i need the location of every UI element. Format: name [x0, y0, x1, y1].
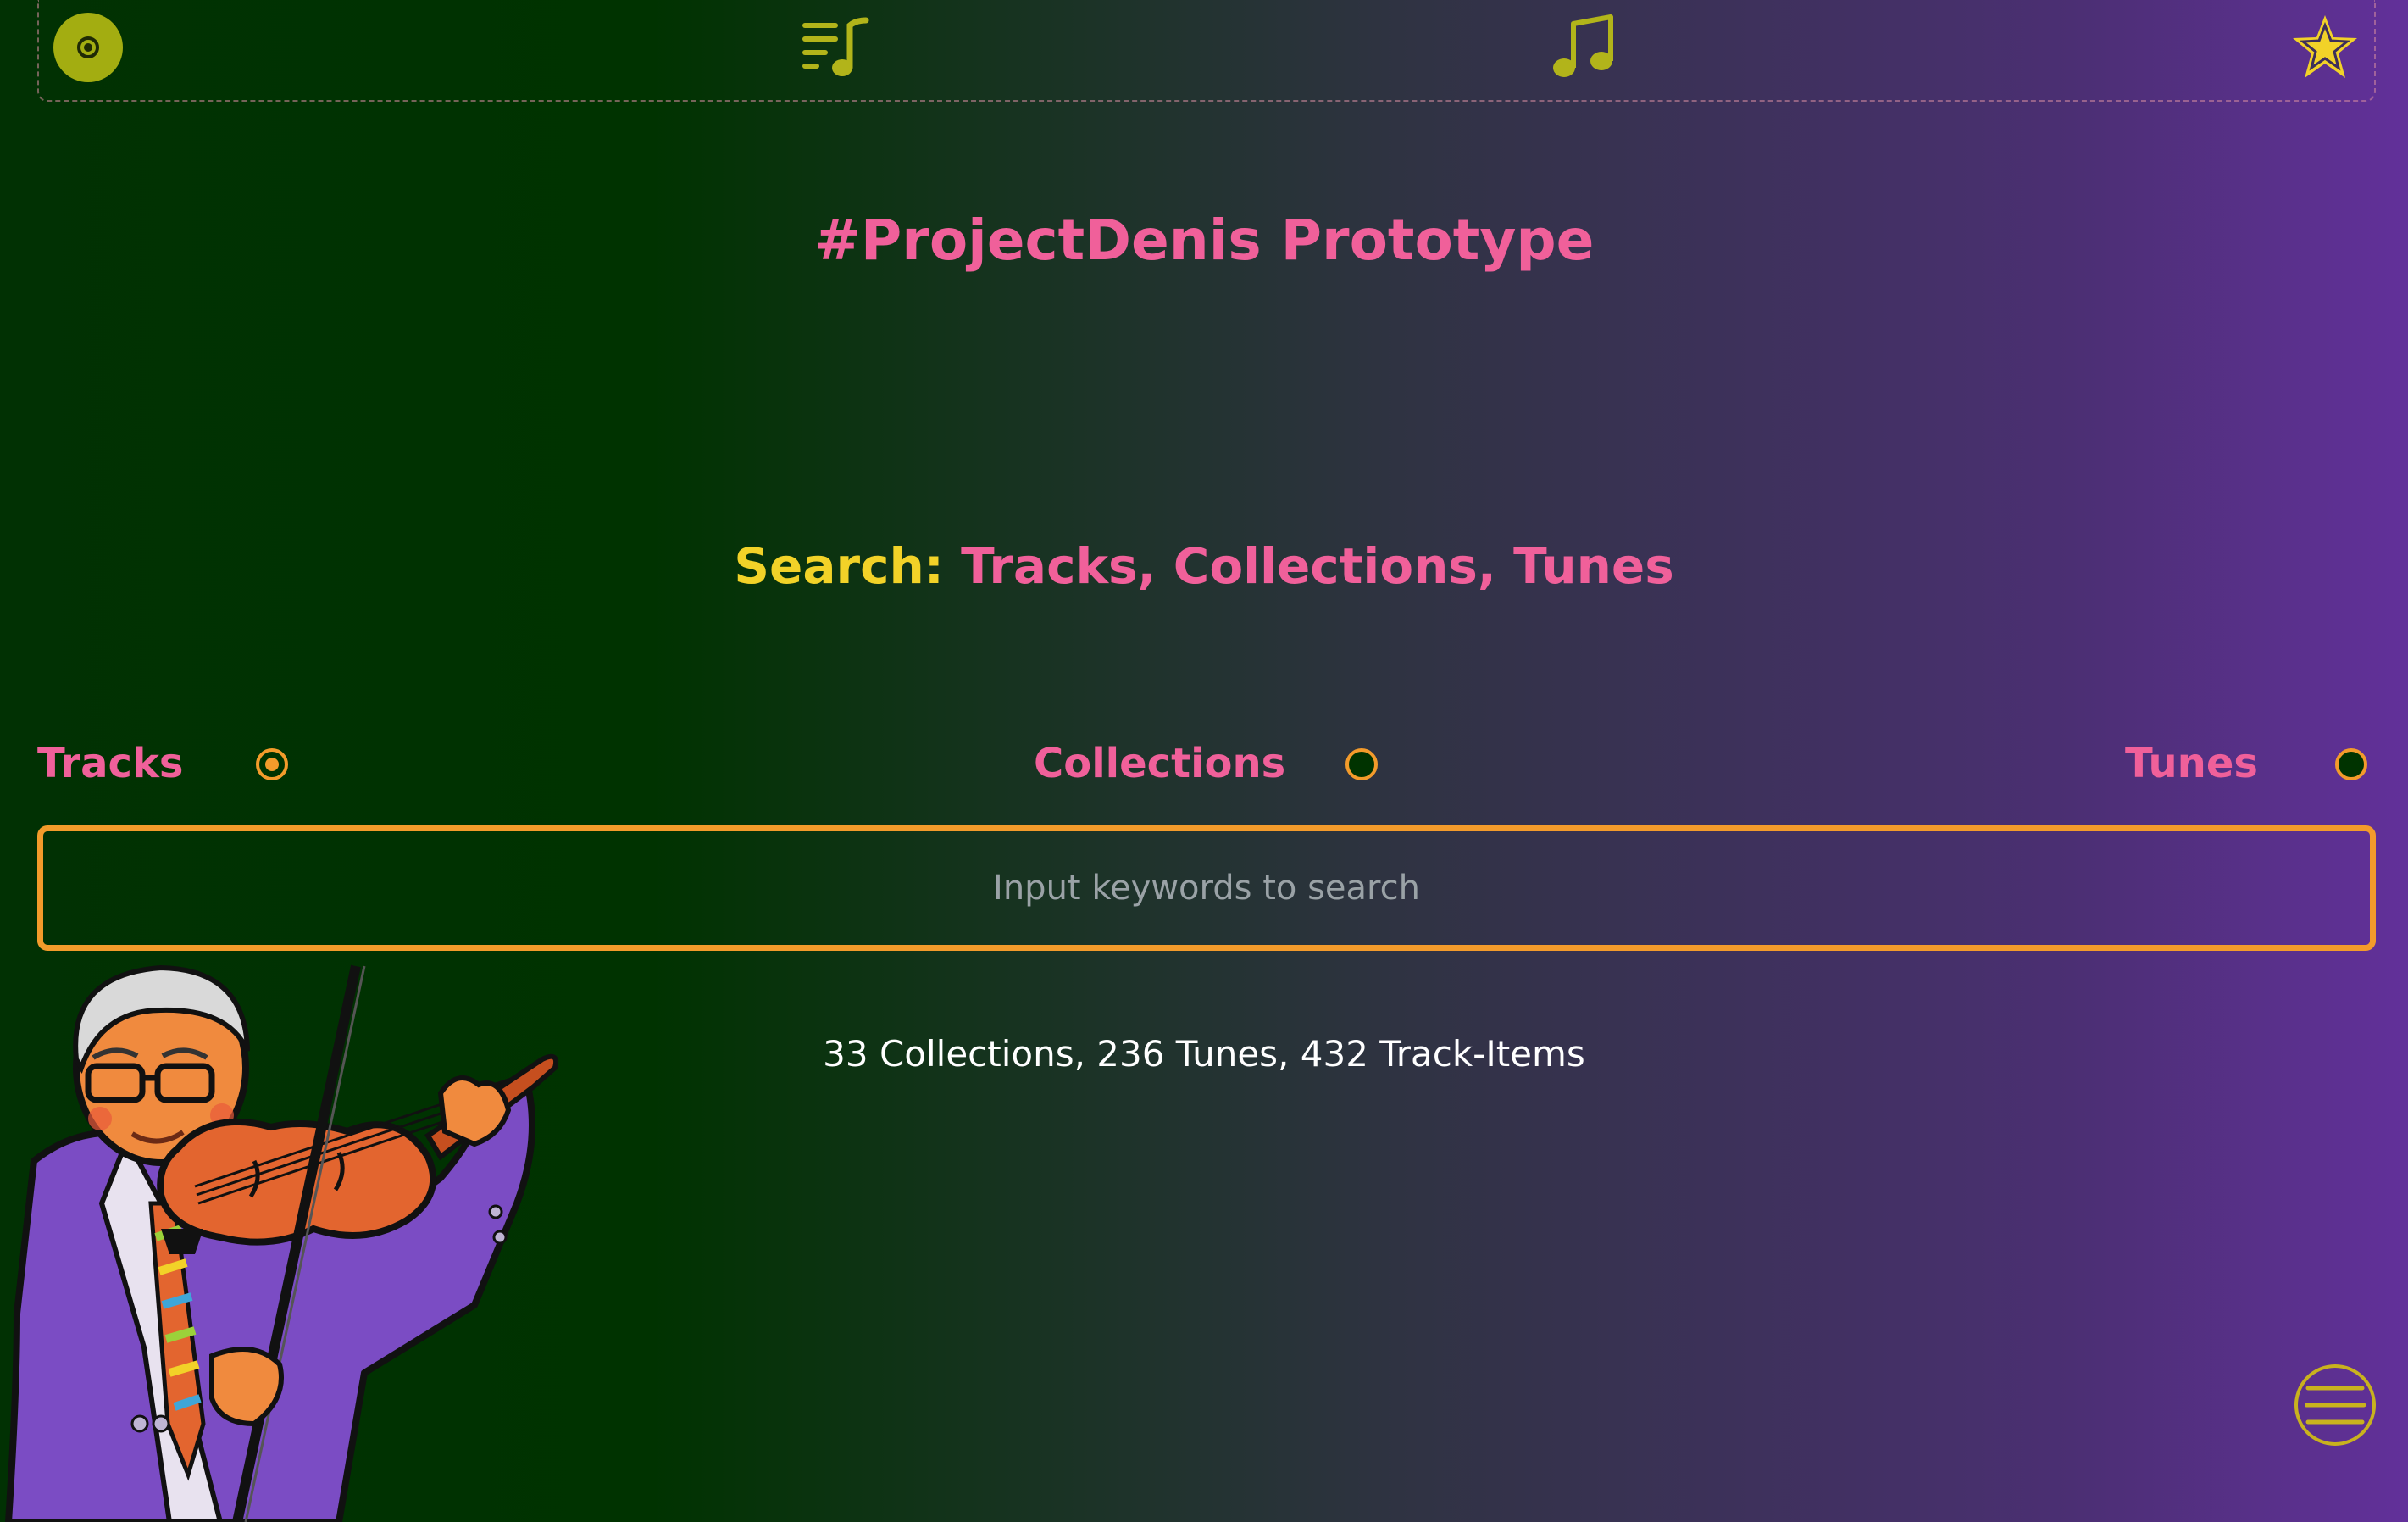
search-heading-types: Tracks, Collections, Tunes	[943, 537, 1674, 595]
disc-nav-button[interactable]	[53, 12, 124, 83]
violinist-illustration	[5, 964, 558, 1522]
search-input[interactable]	[37, 825, 2376, 951]
page-title: #ProjectDenis Prototype	[813, 208, 1595, 273]
radio-label-tunes: Tunes	[2125, 740, 2258, 787]
disc-icon	[53, 13, 123, 82]
playlist-nav-button[interactable]	[800, 12, 871, 83]
radio-label-collections: Collections	[1034, 740, 1286, 787]
radio-button-tunes[interactable]	[2335, 748, 2367, 780]
menu-button[interactable]	[2294, 1364, 2376, 1446]
playlist-music-icon	[802, 17, 869, 76]
music-note-icon	[1553, 14, 1613, 77]
top-nav	[37, 0, 2376, 102]
radio-option-tunes[interactable]: Tunes	[2125, 734, 2379, 793]
radio-button-tracks[interactable]	[256, 748, 288, 780]
star-icon	[2293, 15, 2357, 78]
radio-option-tracks[interactable]: Tracks	[37, 734, 300, 793]
favourites-nav-button[interactable]	[2289, 12, 2361, 83]
search-heading: Search: Tracks, Collections, Tunes	[0, 532, 2408, 600]
hamburger-menu-icon	[2305, 1386, 2366, 1425]
search-type-radio-group: Tracks Collections Tunes	[0, 734, 2408, 793]
radio-option-collections[interactable]: Collections	[1034, 734, 1390, 793]
search-heading-lead: Search:	[734, 537, 944, 595]
radio-button-collections[interactable]	[1345, 748, 1378, 780]
music-note-nav-button[interactable]	[1547, 12, 1618, 83]
radio-label-tracks: Tracks	[37, 740, 184, 787]
